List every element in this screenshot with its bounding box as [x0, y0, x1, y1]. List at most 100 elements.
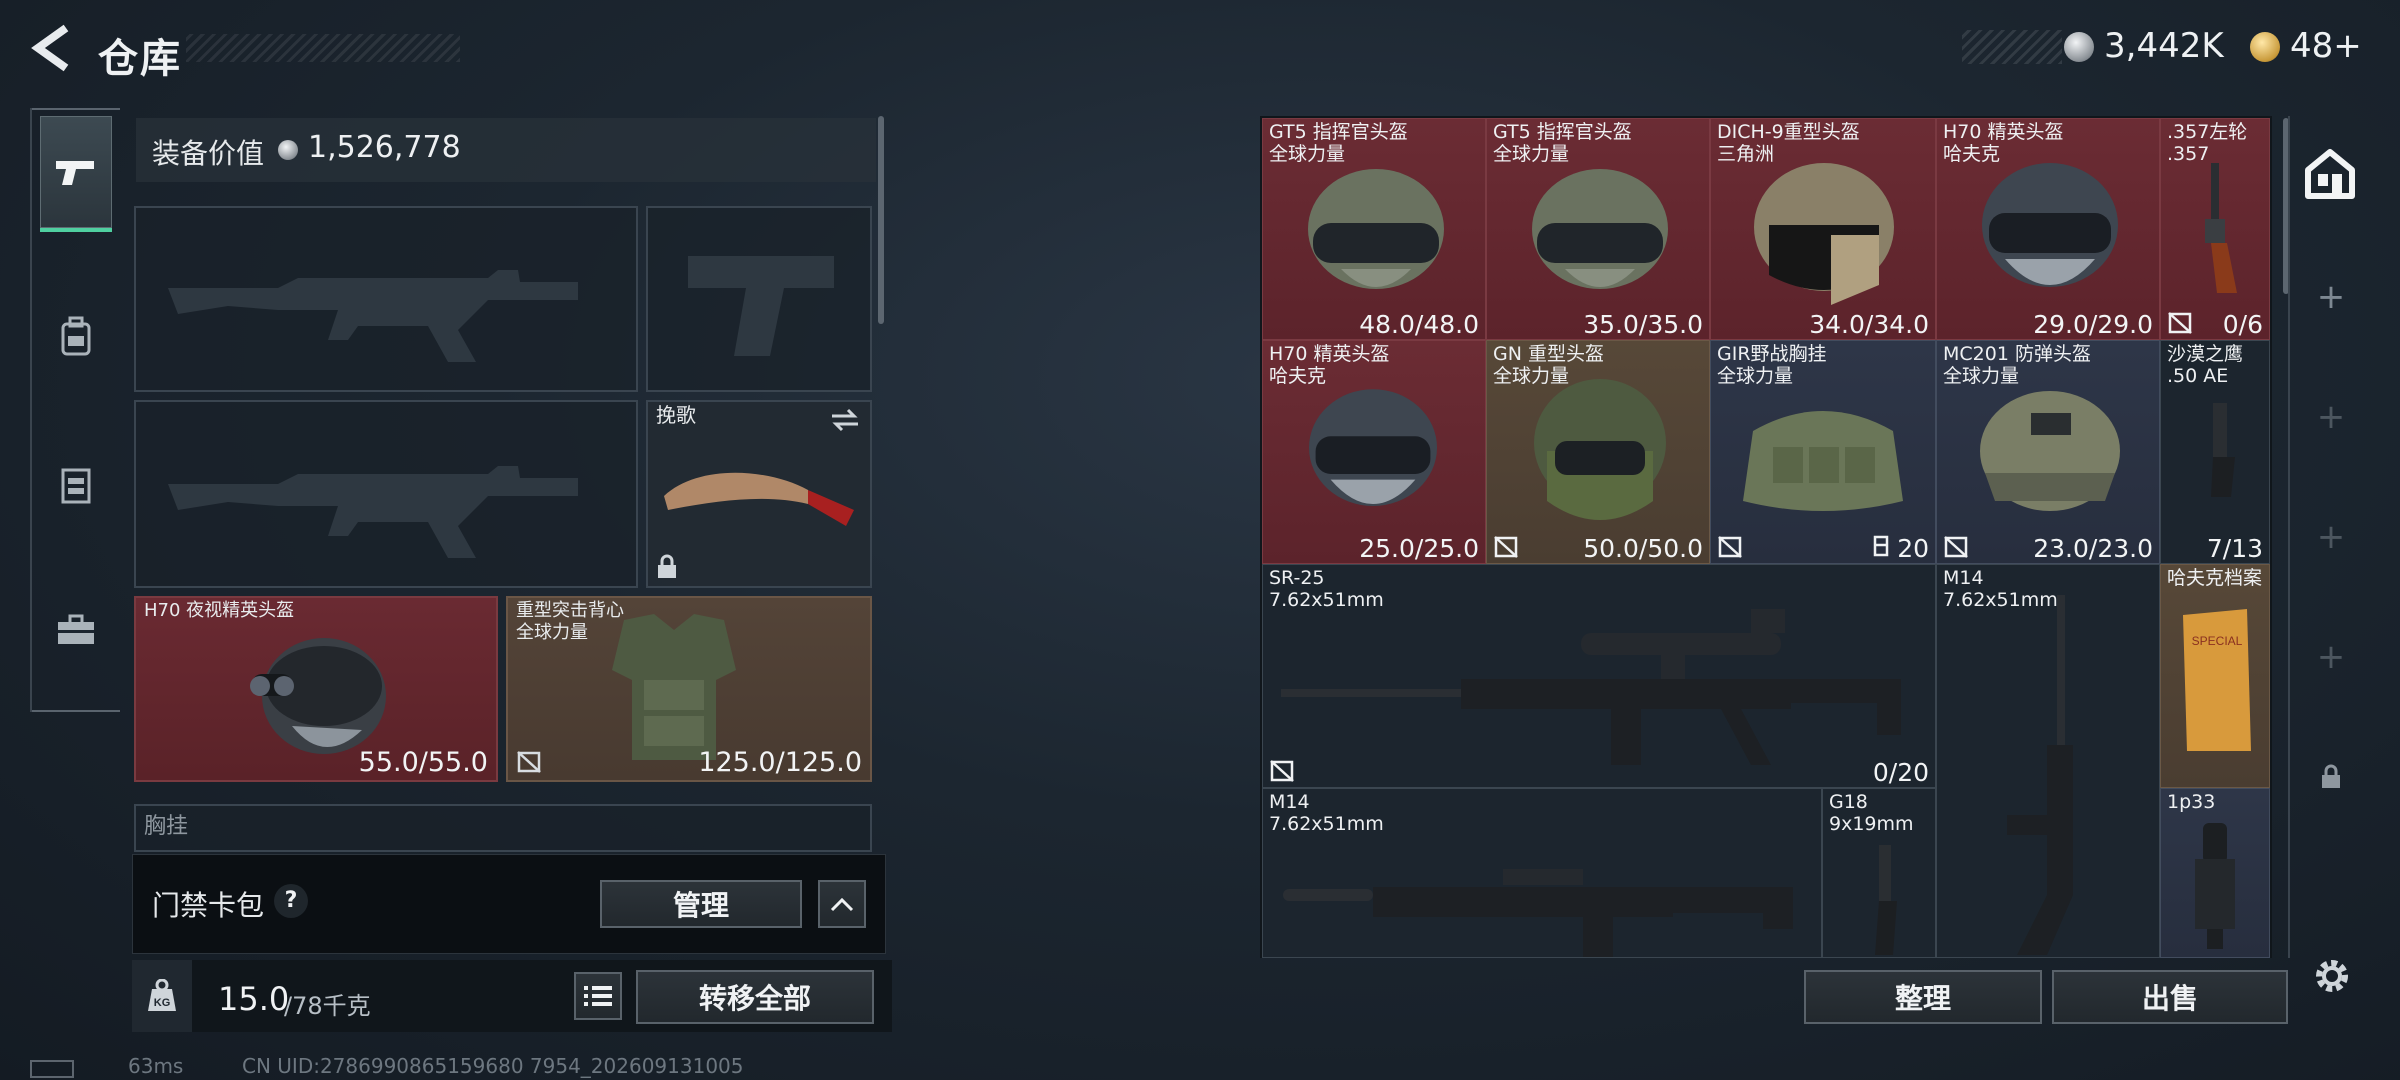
svg-text:KG: KG	[154, 997, 171, 1009]
rifle-silhouette-icon	[168, 466, 578, 558]
helmet-icon	[1980, 391, 2120, 511]
add-container-button[interactable]: +	[2314, 520, 2348, 554]
svg-text:SPECIAL: SPECIAL	[2192, 634, 2243, 648]
item-durability: 34.0/34.0	[1809, 310, 1929, 339]
storage-item[interactable]: GT5 指挥官头盔 全球力量 35.0/35.0	[1486, 118, 1710, 340]
chest-rig-slot[interactable]: 胸挂	[134, 804, 872, 852]
melee-label: 挽歌	[656, 403, 696, 427]
nav-tab-backpack[interactable]	[40, 280, 112, 392]
melee-slot[interactable]: 挽歌	[646, 400, 872, 588]
equipment-scrollbar[interactable]	[878, 116, 884, 324]
nav-tab-rig[interactable]	[40, 428, 112, 540]
silver-currency: 3,442K	[2104, 26, 2224, 66]
chevron-up-icon	[830, 897, 854, 912]
current-weight: 15.0	[218, 980, 290, 1018]
storage-item[interactable]: GT5 指挥官头盔 全球力量 48.0/48.0	[1262, 118, 1486, 340]
equipment-value-label: 装备价值	[152, 137, 265, 170]
item-ammo: 7/13	[2206, 534, 2263, 563]
storage-item[interactable]: DICH-9重型头盔 三角洲 34.0/34.0	[1710, 118, 1936, 340]
gold-currency[interactable]: 48+	[2290, 26, 2362, 66]
list-view-button[interactable]	[574, 972, 622, 1020]
nav-tab-weapons[interactable]	[40, 116, 112, 232]
lock-icon	[658, 554, 676, 578]
add-container-button[interactable]: +	[2314, 400, 2348, 434]
item-durability: 29.0/29.0	[2033, 310, 2153, 339]
chest-rig-label: 胸挂	[144, 814, 189, 839]
helmet-icon	[250, 638, 386, 754]
document-icon: SPECIAL	[2183, 609, 2251, 751]
nav-divider	[30, 108, 120, 110]
item-durability: 25.0/25.0	[1359, 534, 1479, 563]
add-container-button[interactable]: +	[2314, 640, 2348, 674]
sidearm-slot[interactable]	[646, 206, 872, 392]
sort-button[interactable]: 整理	[1804, 970, 2042, 1024]
no-insure-icon	[1718, 536, 1742, 558]
help-icon[interactable]: ?	[274, 884, 308, 918]
storage-item[interactable]: SR-25 7.62x51mm 0/20	[1262, 564, 1936, 788]
rifle-icon	[1283, 869, 1793, 957]
locked-container[interactable]	[2320, 764, 2342, 794]
storage-house-button[interactable]	[2302, 146, 2358, 202]
swap-icon[interactable]	[830, 408, 860, 432]
capacity-icon	[1873, 535, 1889, 557]
expand-button[interactable]	[818, 880, 866, 928]
storage-item[interactable]: M14 7.62x51mm	[1262, 788, 1822, 958]
item-ammo: 0/20	[1872, 758, 1929, 787]
pistol-silhouette-icon	[688, 256, 834, 356]
rifle-silhouette-icon	[168, 270, 578, 362]
sell-button[interactable]: 出售	[2052, 970, 2288, 1024]
armor-durability: 125.0/125.0	[698, 747, 862, 778]
storage-item[interactable]: 沙漠之鹰 .50 AE 7/13	[2160, 340, 2270, 564]
max-weight: /78千克	[284, 992, 371, 1020]
warehouse-icon	[2305, 149, 2355, 199]
transfer-all-button[interactable]: 转移全部	[636, 970, 874, 1024]
storage-item[interactable]: GN 重型头盔 全球力量 50.0/50.0	[1486, 340, 1710, 564]
item-name: 1p33	[2167, 791, 2216, 813]
helmet-icon	[1534, 379, 1666, 520]
settings-button[interactable]	[2310, 954, 2354, 1002]
page-title: 仓库	[98, 36, 182, 82]
user-uid: CN UID:2786990865159680 7954_20260913100…	[242, 1054, 744, 1078]
battery-icon	[30, 1060, 74, 1078]
no-insure-icon	[2168, 312, 2192, 334]
back-button[interactable]	[26, 22, 74, 74]
armor-slot[interactable]: 重型突击背心 全球力量 125.0/125.0	[506, 596, 872, 782]
storage-item[interactable]: M14 7.62x51mm	[1936, 564, 2160, 958]
helmet-slot[interactable]: H70 夜视精英头盔 55.0/55.0	[134, 596, 498, 782]
knife-icon	[664, 472, 854, 526]
no-insure-icon	[1944, 536, 1968, 558]
storage-item[interactable]: GIR野战胸挂 全球力量 20	[1710, 340, 1936, 564]
item-durability: 35.0/35.0	[1583, 310, 1703, 339]
nav-border	[30, 108, 32, 712]
storage-item[interactable]: 1p33	[2160, 788, 2270, 958]
storage-item[interactable]: G18 9x19mm	[1822, 788, 1936, 958]
storage-item[interactable]: 哈夫克档案 SPECIAL	[2160, 564, 2270, 788]
item-name: 沙漠之鹰 .50 AE	[2167, 343, 2244, 387]
helmet-name: H70 夜视精英头盔	[144, 600, 295, 621]
silver-coin-icon	[278, 140, 298, 160]
storage-item[interactable]: .357左轮 .357 0/6	[2160, 118, 2270, 340]
secondary-weapon-slot[interactable]	[134, 400, 638, 588]
item-ammo: 0/6	[2222, 310, 2263, 339]
manage-button[interactable]: 管理	[600, 880, 802, 928]
no-insure-icon	[1270, 760, 1294, 782]
weight-icon-box: KG	[132, 960, 192, 1032]
add-container-button[interactable]: +	[2314, 280, 2348, 314]
list-icon	[584, 986, 612, 1006]
rifle-vertical-icon	[2007, 595, 2073, 955]
back-arrow-icon	[31, 24, 69, 72]
item-name: 哈夫克档案	[2167, 567, 2263, 589]
nav-tab-case[interactable]	[40, 574, 112, 686]
helmet-icon	[1309, 389, 1437, 506]
backpack-icon	[61, 316, 91, 356]
vest-icon	[612, 614, 736, 760]
pistol-icon	[1875, 845, 1897, 955]
helmet-durability: 55.0/55.0	[358, 747, 488, 778]
storage-item[interactable]: MC201 防弹头盔 全球力量 23.0/23.0	[1936, 340, 2160, 564]
storage-item[interactable]: H70 精英头盔 哈夫克 25.0/25.0	[1262, 340, 1486, 564]
storage-item[interactable]: H70 精英头盔 哈夫克 29.0/29.0	[1936, 118, 2160, 340]
item-name: G18 9x19mm	[1829, 791, 1914, 835]
primary-weapon-slot[interactable]	[134, 206, 638, 392]
scope-icon	[2195, 823, 2235, 949]
item-name: GIR野战胸挂 全球力量	[1717, 343, 1827, 387]
